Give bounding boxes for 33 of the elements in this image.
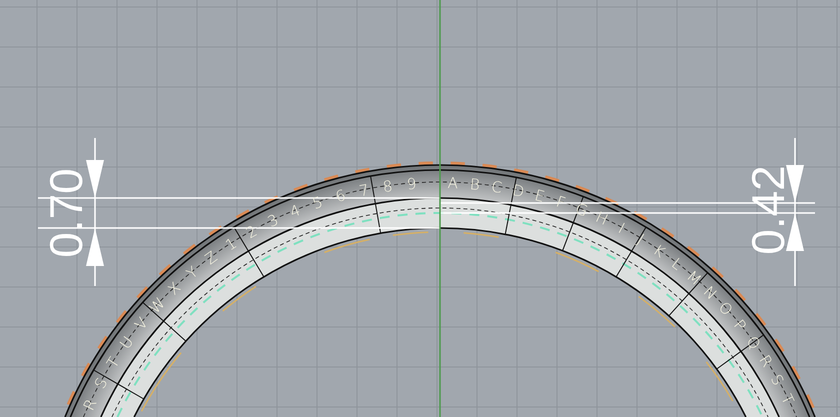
ring-scale-character: T: [103, 354, 124, 372]
ring-scale-character: Z: [202, 248, 221, 268]
ring-scale-character: J: [634, 230, 648, 248]
ring-scale-character: B: [469, 175, 480, 194]
ring-scale-character: R: [755, 352, 776, 370]
ring-scale-character: Y: [183, 262, 202, 283]
ring-scale-character: I: [615, 219, 628, 238]
ring-scale-character: Q: [742, 332, 764, 353]
ring-scale-character: 3: [264, 210, 282, 232]
ring-scale-character: C: [490, 178, 504, 197]
ring-scale-character: K: [650, 240, 668, 262]
ring-scale-character: E: [532, 186, 547, 206]
ring-scale-character: 9: [406, 174, 418, 194]
ring-scale-character: F: [554, 192, 568, 212]
ring-scale-character: 7: [358, 180, 370, 200]
ring-scale-character: H: [592, 208, 611, 229]
ring-scale-character: L: [668, 254, 686, 274]
ring-scale-character: R: [80, 396, 100, 414]
ring-scale-character: A: [447, 174, 458, 192]
ring-scale-character: 2: [243, 222, 260, 242]
ring-scale-character: 8: [382, 176, 394, 196]
ring-scale-character: 5: [310, 192, 325, 213]
ring-scale-character: S: [766, 371, 788, 388]
ring-scale-character: 6: [334, 186, 348, 206]
ring-scale-character: T: [777, 391, 798, 408]
ring-scale-character: G: [572, 199, 590, 220]
dimension-value: 0.70: [40, 168, 92, 258]
ring-scale-character: D: [510, 181, 526, 201]
ring-scale-character: S: [90, 374, 112, 392]
dimension-value: 0.42: [742, 165, 794, 255]
ring-scale-character: 1: [222, 234, 240, 254]
ring-scale-character: U: [116, 333, 138, 352]
ring-scale-character: 4: [287, 201, 303, 222]
